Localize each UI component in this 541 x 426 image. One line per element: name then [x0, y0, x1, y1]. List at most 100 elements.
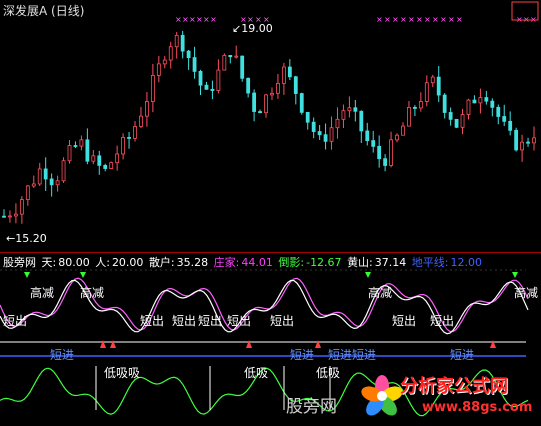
candle-body — [329, 127, 334, 142]
indicator-item-value: 35.28 — [176, 256, 209, 269]
candle-body — [127, 137, 131, 139]
candle-body — [204, 84, 209, 90]
candle-body — [276, 82, 280, 94]
candle-body — [293, 76, 298, 94]
marker-x: × — [384, 15, 391, 24]
candle-body — [478, 97, 483, 104]
marker-x: × — [376, 15, 383, 24]
candle-body — [121, 137, 126, 155]
candle-body — [496, 106, 501, 117]
candle-body — [61, 160, 66, 182]
price-low-label: ←15.20 — [6, 232, 47, 245]
indicator-readout: 股旁网 天: 80.00 人: 20.00 散户: 35.28 庄家: 44.01 倒影… — [3, 254, 484, 270]
candle-body — [91, 155, 96, 162]
candle-body — [14, 213, 18, 217]
indicator-item-value: 80.00 — [58, 256, 90, 269]
candle-body — [305, 111, 310, 123]
candle-body — [19, 199, 24, 215]
marker-x: × — [416, 15, 423, 24]
candle-body — [526, 141, 530, 144]
candle-body — [49, 178, 54, 186]
signal-low-buy: 低吸 — [316, 366, 341, 380]
up-arrow-icon — [246, 340, 252, 348]
signal-short-out: 短出 — [3, 314, 28, 328]
candle-body — [270, 92, 274, 96]
candle-body — [67, 145, 72, 162]
candle-body — [174, 34, 179, 48]
candle-body — [436, 76, 441, 96]
signal-high-reduce: 高减 — [30, 286, 55, 300]
up-arrow-icon — [110, 340, 116, 348]
candle-body — [484, 97, 489, 102]
candle-body — [103, 164, 108, 169]
candle-body — [311, 121, 316, 132]
indicator-item-label: 人: — [95, 256, 110, 269]
candle-body — [430, 76, 435, 84]
chart-window: 深发展A (日线) × × × × × × × × × × × × × × × × × × × × × × × × ↙19.00… — [0, 0, 541, 426]
candle-body — [97, 155, 102, 166]
signal-short-in-double: 短进短进 — [328, 348, 377, 362]
site-logo: 分析家公式网 www.88gs.com — [360, 368, 540, 424]
signal-short-out: 短出 — [198, 314, 223, 328]
candle-body — [395, 134, 399, 141]
candle-body — [246, 77, 251, 94]
candle-body — [43, 168, 48, 180]
candle-body — [281, 66, 286, 84]
candle-body — [502, 116, 507, 122]
site-name: 分析家公式网 — [400, 376, 508, 397]
candle-body — [252, 92, 257, 112]
candle-body — [139, 115, 143, 127]
signal-low-buy: 低吸吸 — [104, 366, 141, 380]
candle-body — [508, 120, 513, 131]
up-arrow-icon — [315, 340, 321, 348]
candle-body — [407, 106, 411, 127]
marker-x: × — [392, 15, 399, 24]
marker-x: × — [182, 15, 189, 24]
candle-body — [8, 215, 12, 218]
signal-short-out: 短出 — [392, 314, 417, 328]
candle-body — [228, 55, 233, 58]
candle-body — [133, 126, 137, 139]
marker-x: × — [175, 15, 182, 24]
candle-body — [472, 99, 477, 104]
candle-body — [418, 101, 423, 109]
marker-x: × — [203, 15, 210, 24]
indicator-item-value: -12.67 — [306, 256, 342, 269]
candle-body — [466, 99, 471, 115]
candle-body — [192, 57, 197, 72]
candle-body — [317, 131, 322, 136]
candle-body — [448, 112, 453, 120]
candle-body — [210, 88, 215, 91]
marker-x: × — [196, 15, 203, 24]
marker-x: × — [448, 15, 455, 24]
candle-body — [460, 114, 465, 128]
candle-body — [240, 55, 245, 79]
candle-body — [85, 139, 90, 162]
signal-short-out: 短出 — [430, 314, 455, 328]
candle-body — [287, 66, 292, 78]
signal-short-out: 短出 — [140, 314, 165, 328]
candle-body — [442, 94, 447, 113]
candle-body — [55, 180, 60, 186]
signal-high-reduce: 高减 — [368, 286, 393, 300]
indicator-item-value: 20.00 — [111, 256, 144, 269]
marker-x: × — [189, 15, 196, 24]
indicator-item-label: 黄山: — [347, 256, 373, 269]
indicator-item-value: 44.01 — [241, 256, 273, 269]
indicator-item-label: 天: — [41, 256, 57, 269]
pane-divider — [0, 252, 541, 253]
indicator-item-label: 倒影: — [278, 256, 305, 269]
candle-body — [162, 59, 167, 65]
signal-short-out: 短出 — [172, 314, 197, 328]
candle-body — [377, 145, 382, 160]
candle-body — [532, 137, 536, 144]
marker-x: × — [432, 15, 439, 24]
candle-body — [25, 185, 30, 200]
signal-short-in: 短进 — [450, 348, 475, 362]
signal-short-out: 短出 — [227, 314, 252, 328]
candle-body — [371, 140, 376, 147]
up-arrow-icon — [100, 340, 106, 348]
candle-body — [156, 63, 161, 76]
signal-short-out: 短出 — [270, 314, 295, 328]
candle-body — [520, 141, 524, 151]
